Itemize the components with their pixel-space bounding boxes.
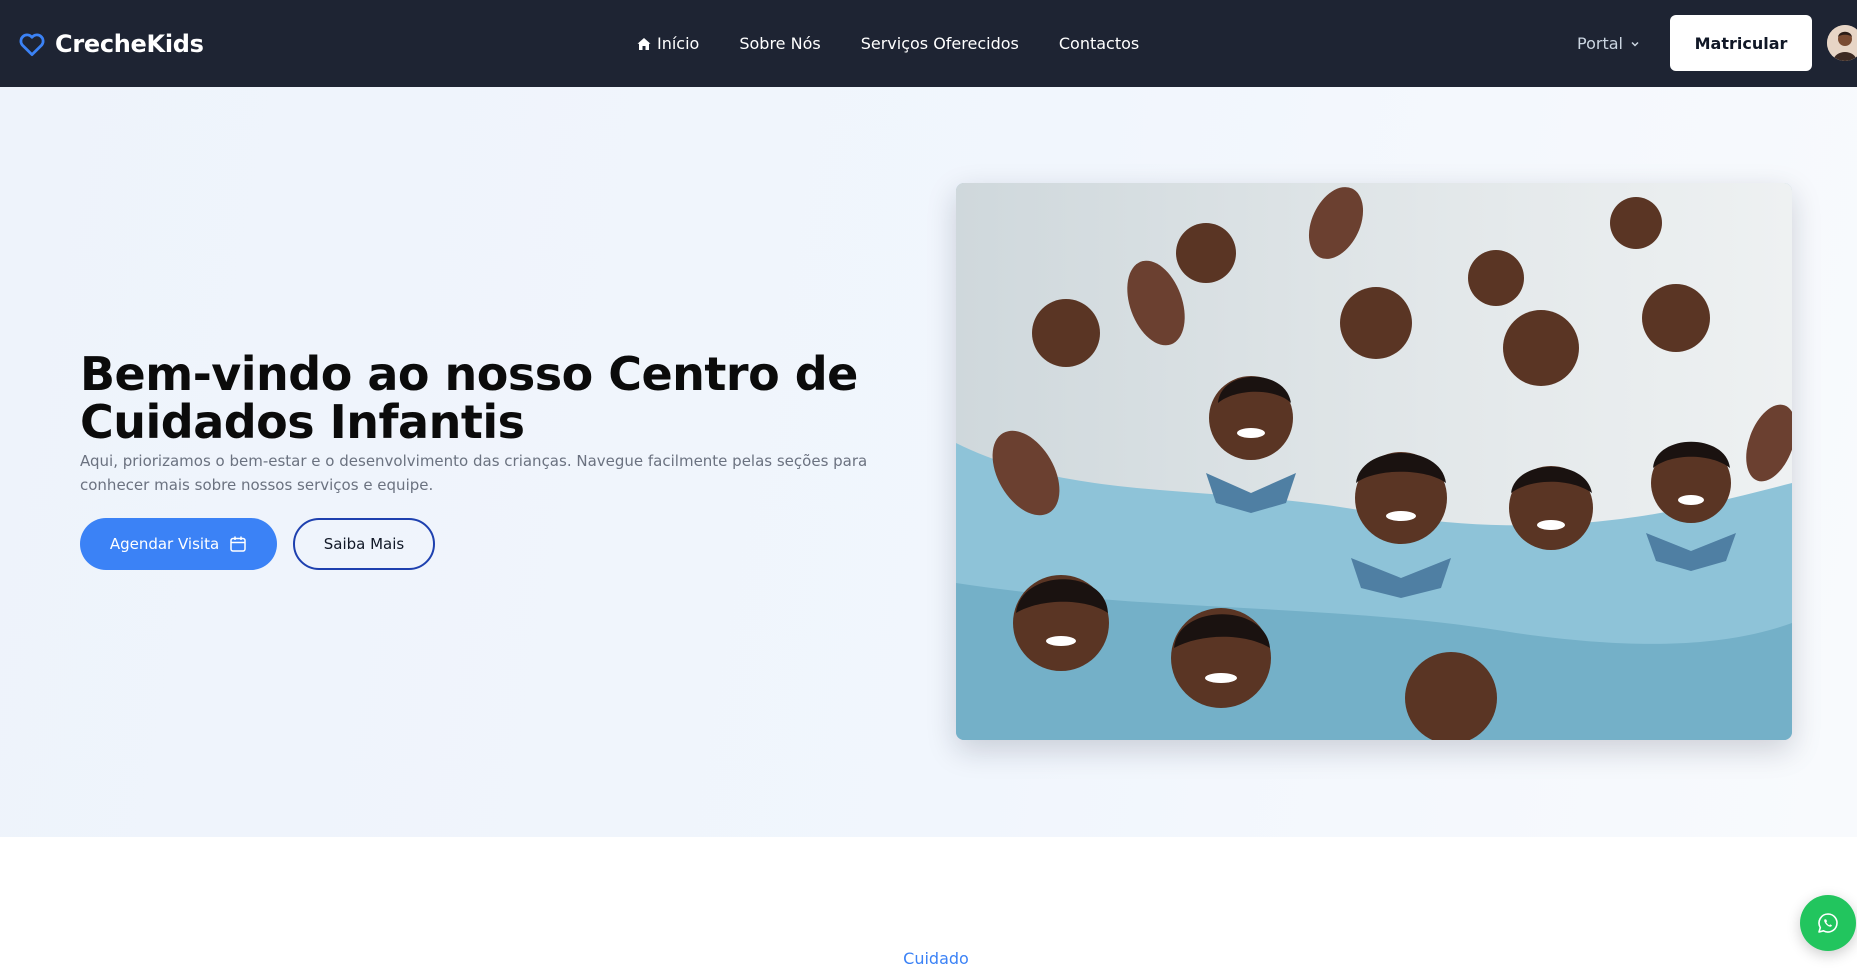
hero-subtitle: Aqui, priorizamos o bem-estar e o desenv… (80, 452, 868, 494)
hero-title: Bem-vindo ao nosso Centro de Cuidados In… (80, 347, 858, 449)
hero-children-photo (956, 183, 1792, 740)
chevron-down-icon (1630, 39, 1640, 49)
whatsapp-icon (1816, 911, 1840, 935)
nav-item-label: Sobre Nós (739, 34, 821, 53)
nav-item-servicos[interactable]: Serviços Oferecidos (861, 34, 1019, 53)
schedule-visit-label: Agendar Visita (109, 535, 220, 553)
portal-dropdown[interactable]: Portal (1577, 0, 1640, 87)
main-nav: Início Sobre Nós Serviços Oferecidos Con… (636, 0, 1139, 87)
schedule-visit-button[interactable]: Agendar Visita (80, 518, 277, 570)
learn-more-button[interactable]: Saiba Mais (293, 518, 435, 570)
top-navigation-bar: CrecheKids Início Sobre Nós Serviços Ofe… (0, 0, 1857, 87)
nav-item-label: Início (657, 34, 700, 53)
section-eyebrow: Cuidado (903, 949, 969, 968)
nav-item-inicio[interactable]: Início (636, 34, 699, 53)
calendar-icon (229, 535, 247, 553)
avatar[interactable] (1827, 25, 1857, 61)
nav-item-sobre-nos[interactable]: Sobre Nós (739, 34, 820, 53)
nav-item-label: Contactos (1058, 34, 1140, 53)
brand-logo-link[interactable]: CrecheKids (17, 0, 204, 87)
whatsapp-chat-button[interactable] (1800, 895, 1856, 951)
home-icon (636, 36, 652, 52)
hero-section: Bem-vindo ao nosso Centro de Cuidados In… (0, 87, 1857, 837)
nav-item-contactos[interactable]: Contactos (1059, 34, 1139, 53)
matricular-button[interactable]: Matricular (1670, 15, 1812, 71)
heart-icon (17, 29, 47, 59)
portal-label: Portal (1577, 34, 1623, 53)
nav-item-label: Serviços Oferecidos (860, 34, 1019, 53)
brand-name: CrecheKids (55, 29, 204, 58)
